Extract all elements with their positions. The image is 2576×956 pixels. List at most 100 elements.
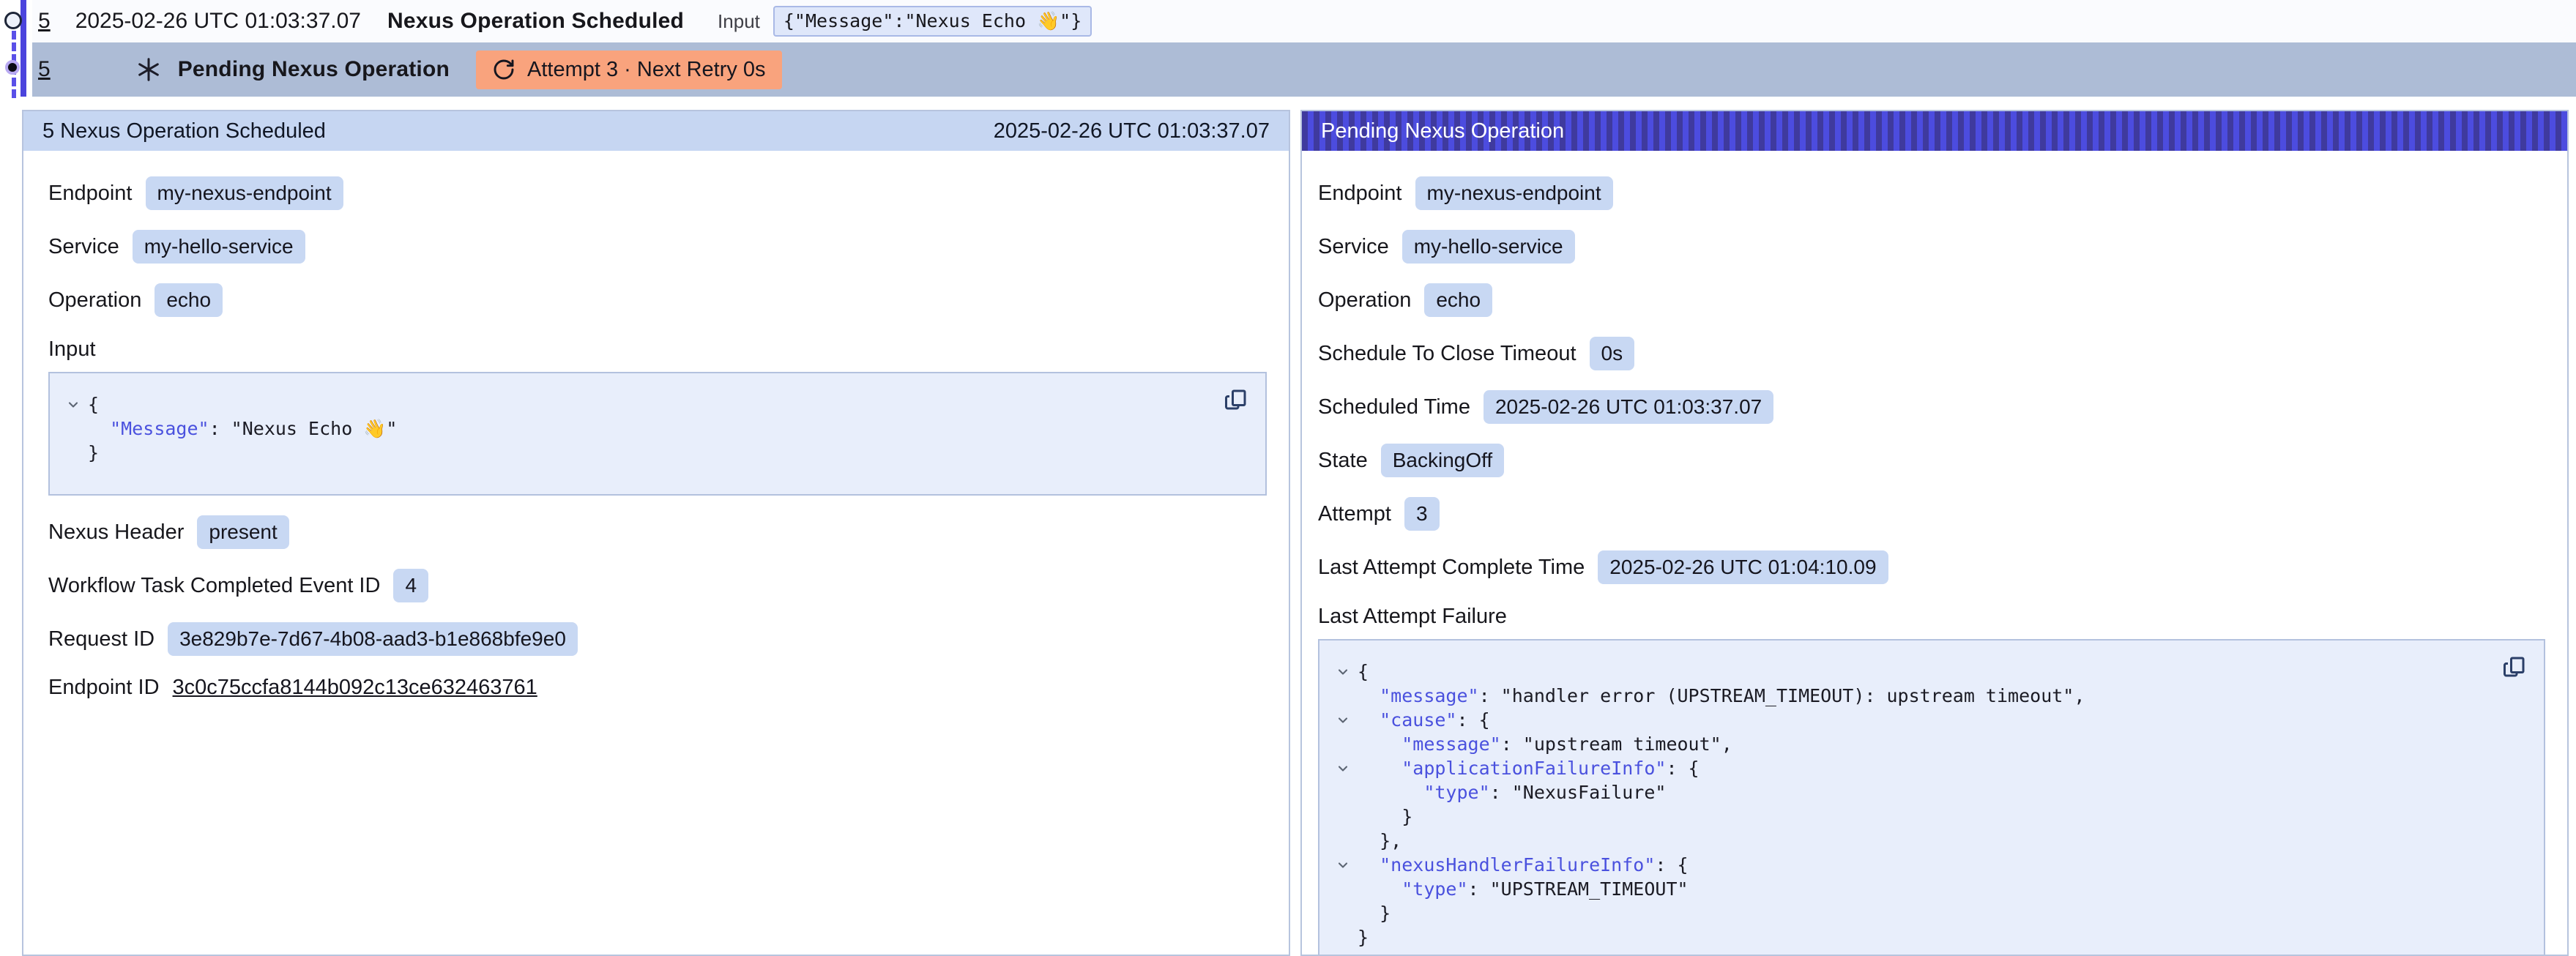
field-value-chip: 4 <box>393 569 428 602</box>
field-label: Endpoint <box>48 182 133 206</box>
field-row: Workflow Task Completed Event ID4 <box>48 569 1267 602</box>
json-text <box>1358 854 1380 875</box>
code-text: }, <box>1358 829 1401 853</box>
event-timestamp: 2025-02-26 UTC 01:03:37.07 <box>75 9 361 34</box>
code-line: { <box>59 392 1207 417</box>
copy-button[interactable] <box>2498 651 2531 685</box>
scheduled-event-panel: 5 Nexus Operation Scheduled 2025-02-26 U… <box>22 110 1290 956</box>
input-code-lines: { "Message": "Nexus Echo 👋"} <box>59 392 1207 465</box>
json-key: "type" <box>1423 782 1489 803</box>
scheduled-fields-bottom: Nexus Headerpresent Workflow Task Complet… <box>48 515 1267 700</box>
collapse-chevron-icon[interactable] <box>1328 853 1358 877</box>
field-row: Last Attempt Complete Time2025-02-26 UTC… <box>1318 550 2545 584</box>
json-text: : "UPSTREAM_TIMEOUT" <box>1468 878 1689 900</box>
field-row: Attempt3 <box>1318 497 2545 531</box>
event-rows: 5 2025-02-26 UTC 01:03:37.07 Nexus Opera… <box>32 0 2576 97</box>
code-text: "cause": { <box>1358 708 1490 732</box>
field-row: Endpoint my-nexus-endpoint <box>48 176 1267 210</box>
json-key: "message" <box>1380 685 1478 706</box>
field-label: Scheduled Time <box>1318 395 1470 419</box>
json-text: { <box>1358 661 1369 682</box>
event-id-link[interactable]: 5 <box>38 9 51 34</box>
field-row: State BackingOff <box>1318 444 2545 477</box>
json-text: }, <box>1358 830 1401 851</box>
code-gutter <box>1328 877 1358 901</box>
code-line: } <box>1328 901 2485 925</box>
code-text: } <box>1358 901 1391 925</box>
code-line: { <box>1328 660 2485 684</box>
failure-block-label: Last Attempt Failure <box>1318 605 2545 629</box>
code-text: } <box>1358 804 1412 829</box>
json-key: "nexusHandlerFailureInfo" <box>1380 854 1655 875</box>
field-row: Scheduled Time 2025-02-26 UTC 01:03:37.07 <box>1318 390 2545 424</box>
json-text <box>1358 782 1423 803</box>
json-key: "Message" <box>110 418 209 439</box>
json-text <box>1358 709 1380 731</box>
pending-event-id-link[interactable]: 5 <box>38 57 51 82</box>
json-text: : { <box>1655 854 1688 875</box>
code-line: "message": "upstream timeout", <box>1328 732 2485 756</box>
event-row-scheduled[interactable]: 5 2025-02-26 UTC 01:03:37.07 Nexus Opera… <box>32 0 2576 42</box>
json-key: "applicationFailureInfo" <box>1401 758 1666 779</box>
pending-asterisk-icon <box>135 56 162 83</box>
code-gutter <box>1328 804 1358 829</box>
pending-panel-body: Endpointmy-nexus-endpoint Service my-hello… <box>1302 151 2567 956</box>
input-code-block: { "Message": "Nexus Echo 👋"} <box>48 372 1267 496</box>
code-text: } <box>1358 925 1369 949</box>
code-gutter <box>1328 901 1358 925</box>
field-value-chip: BackingOff <box>1381 444 1504 477</box>
field-value-chip: my-hello-service <box>1402 230 1575 264</box>
copy-button[interactable] <box>1220 384 1252 418</box>
field-label: Operation <box>48 288 141 313</box>
code-text: "type": "NexusFailure" <box>1358 780 1666 804</box>
field-row: Operation echo <box>48 283 1267 317</box>
field-value-chip: echo <box>1424 283 1492 317</box>
collapse-chevron-icon[interactable] <box>1328 660 1358 684</box>
collapse-chevron-icon[interactable] <box>1328 708 1358 732</box>
json-text <box>1358 733 1401 755</box>
code-line: "applicationFailureInfo": { <box>1328 756 2485 780</box>
code-line: "cause": { <box>1328 708 2485 732</box>
collapse-chevron-icon[interactable] <box>1328 756 1358 780</box>
selected-event-accent-bar <box>21 0 26 97</box>
field-label: State <box>1318 449 1368 473</box>
code-text: "applicationFailureInfo": { <box>1358 756 1700 780</box>
code-text: "type": "UPSTREAM_TIMEOUT" <box>1358 877 1689 901</box>
field-row: Nexus Headerpresent <box>48 515 1267 549</box>
field-label: Service <box>1318 235 1389 259</box>
collapse-chevron-icon[interactable] <box>59 392 88 417</box>
field-value-chip: echo <box>155 283 223 317</box>
json-text: : "handler error (UPSTREAM_TIMEOUT): ups… <box>1479 685 2085 706</box>
json-key: "message" <box>1401 733 1500 755</box>
json-text <box>1358 878 1401 900</box>
code-line: "type": "UPSTREAM_TIMEOUT" <box>1328 877 2485 901</box>
code-line: } <box>59 441 1207 465</box>
json-key: "type" <box>1401 878 1467 900</box>
input-label: Input <box>718 10 760 33</box>
code-line: "nexusHandlerFailureInfo": { <box>1328 853 2485 877</box>
input-block-label: Input <box>48 337 1267 362</box>
failure-code-block: { "message": "handler error (UPSTREAM_TI… <box>1318 639 2545 956</box>
code-text: { <box>1358 660 1369 684</box>
code-line: "type": "NexusFailure" <box>1328 780 2485 804</box>
event-history-screen: 5 2025-02-26 UTC 01:03:37.07 Nexus Opera… <box>0 0 2576 956</box>
field-label: Last Attempt Complete Time <box>1318 556 1585 580</box>
code-line: } <box>1328 804 2485 829</box>
field-value-chip: 3e829b7e-7d67-4b08-aad3-b1e868bfe9e0 <box>168 622 578 656</box>
field-row: Endpointmy-nexus-endpoint <box>1318 176 2545 210</box>
field-label: Operation <box>1318 288 1411 313</box>
field-value-chip: my-nexus-endpoint <box>146 176 343 210</box>
field-row: Operation echo <box>1318 283 2545 317</box>
event-row-pending[interactable]: 5 Pending Nexus Operation Attempt 3 · Ne… <box>32 42 2576 97</box>
field-label: Endpoint ID <box>48 676 160 700</box>
input-preview-chip[interactable]: {"Message":"Nexus Echo 👋"} <box>773 6 1092 37</box>
field-value-chip: present <box>197 515 289 549</box>
field-value-chip: 2025-02-26 UTC 01:03:37.07 <box>1484 390 1773 424</box>
json-text <box>1358 685 1380 706</box>
scheduled-panel-body: Endpointmy-nexus-endpointServicemy-hello… <box>23 151 1289 700</box>
pending-operation-panel: Pending Nexus Operation Endpointmy-nexus… <box>1300 110 2569 956</box>
code-line: }, <box>1328 829 2485 853</box>
json-text: : { <box>1666 758 1699 779</box>
pending-panel-title: Pending Nexus Operation <box>1321 119 1564 143</box>
field-value-link[interactable]: 3c0c75ccfa8144b092c13ce632463761 <box>173 676 537 700</box>
